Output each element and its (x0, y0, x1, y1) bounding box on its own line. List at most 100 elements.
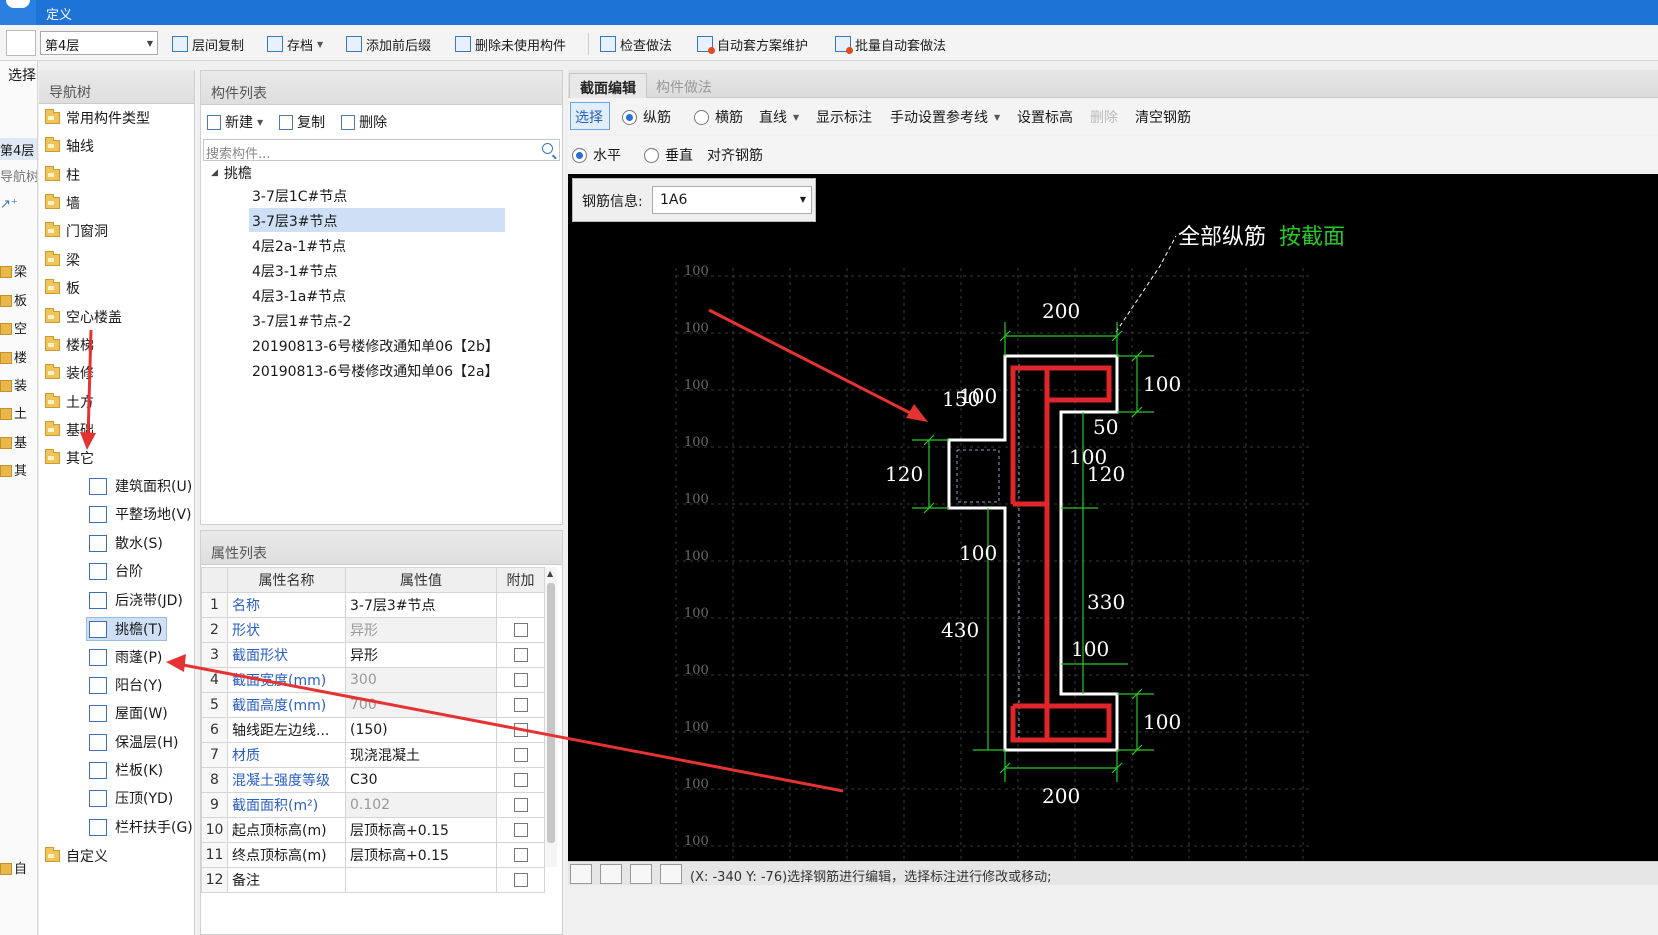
nav-tab[interactable]: 导航树 (0, 166, 37, 185)
property-row[interactable]: 3 截面形状 异形 (201, 642, 545, 668)
nav-item-site-leveling[interactable]: 平整场地(V) (89, 504, 192, 524)
component-row[interactable]: 4层2a-1#节点 (249, 233, 505, 257)
nav-folder-custom[interactable]: 自定义 (45, 846, 108, 866)
property-row[interactable]: 5 截面高度(mm) 700 (201, 692, 545, 718)
add-point-icon[interactable] (660, 864, 682, 884)
property-value[interactable]: 异形 (345, 642, 497, 668)
property-row[interactable]: 8 混凝土强度等级 C30 (201, 767, 545, 793)
floor-tab[interactable]: 第4层 (0, 138, 37, 160)
column-header-value[interactable]: 属性值 (345, 567, 497, 593)
radio-horizontal[interactable]: 水平 (572, 145, 621, 165)
nav-item-railing[interactable]: 栏杆扶手(G) (89, 817, 193, 837)
rebar-info-select[interactable]: 1A6 ▼ (652, 186, 812, 214)
property-row[interactable]: 11 终点顶标高(m) 层顶标高+0.15 (201, 842, 545, 868)
property-value[interactable]: 层顶标高+0.15 (345, 842, 497, 868)
tab-section-edit[interactable]: 截面编辑 (569, 73, 647, 98)
property-value[interactable]: 异形 (345, 617, 497, 643)
dim-430[interactable]: 430 (941, 618, 979, 642)
property-row[interactable]: 9 截面面积(m²) 0.102 (201, 792, 545, 818)
dim-120-right[interactable]: 120 (1087, 462, 1125, 486)
line-dropdown[interactable]: 直线 ▼ (759, 107, 799, 127)
nav-folder-wall[interactable]: 墙 (45, 193, 80, 213)
dim-bottom[interactable]: 200 (1042, 784, 1080, 808)
select-mode-button[interactable]: 选择 (570, 102, 610, 130)
delete-unused-button[interactable]: 删除未使用构件 (455, 34, 566, 54)
radio-stirrup[interactable]: 横筋 (694, 107, 743, 127)
scrollbar-thumb[interactable] (547, 583, 555, 843)
dim-top[interactable]: 200 (1042, 299, 1080, 323)
extra-checkbox[interactable] (513, 873, 528, 887)
strip-item[interactable]: 自 (0, 858, 37, 877)
nav-item-canopy[interactable]: 雨蓬(P) (89, 647, 162, 667)
new-component-button[interactable]: 新建 ▼ (207, 112, 263, 132)
component-row[interactable]: 20190813-6号楼修改通知单06【2a】 (249, 358, 505, 382)
extra-checkbox[interactable] (513, 648, 528, 662)
nav-item-cornice[interactable]: 挑檐(T) (86, 617, 168, 641)
clear-rebar-button[interactable]: 清空钢筋 (1135, 107, 1191, 127)
note-by-section[interactable]: 按截面 (1279, 225, 1345, 250)
extra-checkbox[interactable] (513, 673, 528, 687)
extra-checkbox[interactable] (513, 623, 528, 637)
extra-checkbox[interactable] (513, 748, 528, 762)
rebar-bottom[interactable] (1013, 703, 1112, 743)
strip-item[interactable]: 土 (0, 403, 37, 422)
dim-right-top[interactable]: 100 (1143, 372, 1181, 396)
nav-item-roof[interactable]: 屋面(W) (89, 703, 168, 723)
nav-item-building-area[interactable]: 建筑面积(U) (89, 476, 192, 496)
dim-right-bottom[interactable]: 100 (1143, 710, 1181, 734)
nav-folder-slab[interactable]: 板 (45, 278, 80, 298)
strip-item[interactable]: 板 (0, 290, 37, 309)
component-tree-root[interactable]: ◢ 挑檐 (211, 163, 252, 183)
tab-component-method[interactable]: 构件做法 (646, 73, 722, 98)
nav-folder-column[interactable]: 柱 (45, 165, 80, 185)
component-row[interactable]: 20190813-6号楼修改通知单06【2b】 (249, 333, 505, 357)
crosshair-icon[interactable] (630, 864, 652, 884)
strip-item[interactable]: 空 (0, 318, 37, 337)
strip-item[interactable]: 楼 (0, 347, 37, 366)
strip-item[interactable]: 梁 (0, 261, 37, 280)
dim-120-left[interactable]: 120 (885, 462, 923, 486)
property-value[interactable]: C30 (345, 767, 497, 793)
dim-330[interactable]: 330 (1087, 590, 1125, 614)
nav-folder-earth[interactable]: 土方 (45, 392, 94, 412)
property-value[interactable] (345, 867, 497, 893)
extra-checkbox[interactable] (513, 848, 528, 862)
set-elevation-button[interactable]: 设置标高 (1017, 107, 1073, 127)
archive-button[interactable]: 存档 ▼ (267, 34, 323, 54)
copy-component-button[interactable]: 复制 (279, 112, 325, 132)
strip-item[interactable]: 其 (0, 460, 37, 479)
property-row[interactable]: 1 名称 3-7层3#节点 (201, 592, 545, 618)
property-row[interactable]: 2 形状 异形 (201, 617, 545, 643)
extra-checkbox[interactable] (513, 698, 528, 712)
nav-item-insulation[interactable]: 保温层(H) (89, 732, 178, 752)
extra-checkbox[interactable] (513, 823, 528, 837)
nav-folder-openings[interactable]: 门窗洞 (45, 221, 108, 241)
component-row[interactable]: 3-7层1C#节点 (249, 183, 505, 207)
search-icon[interactable] (542, 143, 553, 154)
delete-rebar-button[interactable]: 删除 (1090, 107, 1118, 127)
nav-item-post-pour[interactable]: 后浇带(JD) (89, 590, 183, 610)
component-row[interactable]: 4层3-1a#节点 (249, 283, 505, 307)
section-drawing[interactable]: 100 100 100 100 100 100 100 100 100 100 100 全部纵筋 按… (568, 174, 1658, 861)
scroll-up-icon[interactable]: ▲ (547, 569, 553, 578)
dim-100d[interactable]: 100 (1071, 637, 1109, 661)
ref-line-dropdown[interactable]: 手动设置参考线 ▼ (890, 107, 1000, 127)
component-row-selected[interactable]: 3-7层3#节点 (249, 208, 505, 232)
dim-50[interactable]: 50 (1093, 415, 1118, 439)
property-row[interactable]: 6 轴线距左边线... (150) (201, 717, 545, 743)
nav-folder-other[interactable]: 其它 (45, 448, 94, 468)
expand-triangle-icon[interactable]: ◢ (211, 168, 218, 178)
component-search-input[interactable]: 搜索构件... (203, 139, 560, 162)
nav-folder-common[interactable]: 常用构件类型 (45, 108, 150, 128)
radio-long-rebar[interactable]: 纵筋 (622, 107, 671, 127)
dim-100c[interactable]: 100 (959, 541, 997, 565)
select-tool-button[interactable] (6, 30, 36, 56)
snap-icon[interactable] (600, 864, 622, 884)
property-value[interactable]: 3-7层3#节点 (345, 592, 497, 618)
column-header-extra[interactable]: 附加 (496, 567, 545, 593)
nav-item-steps[interactable]: 台阶 (89, 561, 143, 581)
property-row[interactable]: 10 起点顶标高(m) 层顶标高+0.15 (201, 817, 545, 843)
property-row[interactable]: 4 截面宽度(mm) 300 (201, 667, 545, 693)
nav-folder-beam[interactable]: 梁 (45, 250, 80, 270)
nav-item-balcony[interactable]: 阳台(Y) (89, 675, 162, 695)
